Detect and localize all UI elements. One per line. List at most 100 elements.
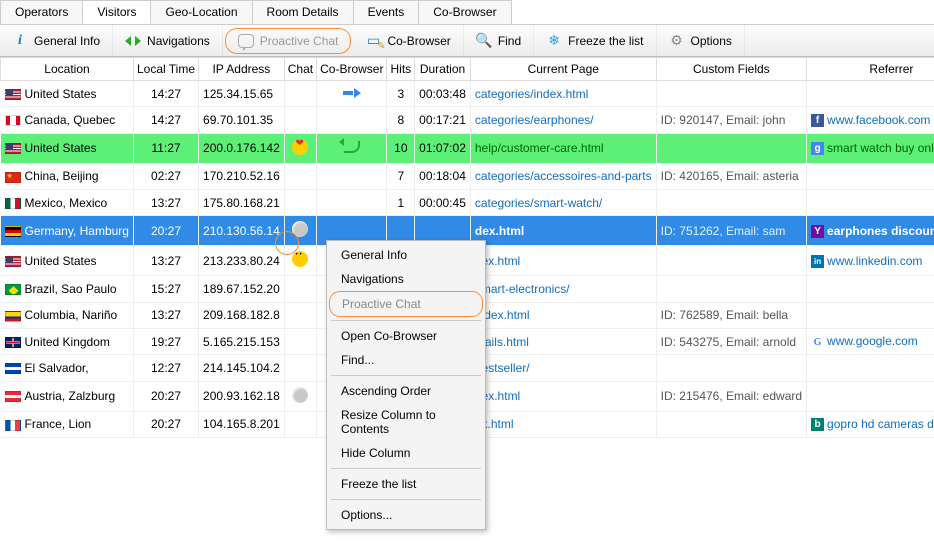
menu-open-cobrowser[interactable]: Open Co-Browser	[329, 324, 483, 348]
cell-ip: 170.210.52.16	[199, 163, 285, 189]
cell-referrer	[807, 189, 934, 215]
page-link[interactable]: help/customer-care.html	[475, 141, 604, 155]
table-row[interactable]: China, Beijing02:27170.210.52.16700:18:0…	[1, 163, 934, 189]
referrer-link[interactable]: www.facebook.com	[827, 113, 930, 127]
col-custom-fields[interactable]: Custom Fields	[656, 58, 806, 81]
cell-chat	[284, 411, 316, 437]
tab-room-details[interactable]: Room Details	[252, 0, 354, 24]
page-link[interactable]: categories/earphones/	[475, 113, 594, 127]
proactive-chat-button[interactable]: Proactive Chat	[225, 28, 352, 54]
cell-referrer	[807, 163, 934, 189]
cell-cobrowser	[317, 163, 387, 189]
referrer-link[interactable]: smart watch buy online	[827, 141, 934, 155]
cell-referrer: gopro hd cameras discount	[807, 411, 934, 437]
cell-duration: 00:00:45	[415, 189, 471, 215]
tab-geolocation[interactable]: Geo-Location	[150, 0, 252, 24]
cobrowser-arrow-icon	[343, 88, 361, 98]
tab-events[interactable]: Events	[353, 0, 420, 24]
cell-referrer: earphones discount	[807, 216, 934, 246]
menu-general-info[interactable]: General Info	[329, 243, 483, 267]
options-button[interactable]: ⚙Options	[657, 25, 745, 56]
cell-ip: 175.80.168.21	[199, 189, 285, 215]
cell-location: Mexico, Mexico	[1, 189, 134, 215]
menu-find[interactable]: Find...	[329, 348, 483, 372]
cell-chat	[284, 328, 316, 354]
col-local-time[interactable]: Local Time	[133, 58, 198, 81]
cell-custom: ID: 543275, Email: arnold	[656, 328, 806, 354]
menu-proactive-chat[interactable]: Proactive Chat	[329, 291, 483, 317]
col-duration[interactable]: Duration	[415, 58, 471, 81]
page-link[interactable]: categories/index.html	[475, 87, 588, 101]
table-row[interactable]: Canada, Quebec14:2769.70.101.35800:17:21…	[1, 107, 934, 133]
cobrowser-button[interactable]: ▭Co-Browser	[353, 25, 463, 56]
cell-page: dex.html	[470, 216, 656, 246]
cell-location: Canada, Quebec	[1, 107, 134, 133]
table-row[interactable]: Mexico, Mexico13:27175.80.168.21100:00:4…	[1, 189, 934, 215]
cell-location: El Salvador,	[1, 355, 134, 381]
col-cobrowser[interactable]: Co-Browser	[317, 58, 387, 81]
freeze-button[interactable]: ❄Freeze the list	[534, 25, 656, 56]
referrer-icon	[811, 336, 824, 349]
flag-icon	[5, 89, 21, 100]
col-current-page[interactable]: Current Page	[470, 58, 656, 81]
cell-hits: 8	[387, 107, 415, 133]
cell-ip: 189.67.152.20	[199, 276, 285, 302]
referrer-link[interactable]: gopro hd cameras discount	[827, 417, 934, 431]
table-row[interactable]: United States11:27200.0.176.1421001:07:0…	[1, 133, 934, 163]
tab-cobrowser[interactable]: Co-Browser	[418, 0, 511, 24]
col-ip[interactable]: IP Address	[199, 58, 285, 81]
navigations-button[interactable]: Navigations	[113, 25, 223, 56]
referrer-icon	[811, 114, 824, 127]
cell-referrer: www.facebook.com	[807, 107, 934, 133]
main-tabs: Operators Visitors Geo-Location Room Det…	[0, 0, 934, 25]
menu-freeze-list[interactable]: Freeze the list	[329, 472, 483, 496]
referrer-link[interactable]: earphones discount	[827, 224, 934, 238]
col-referrer[interactable]: Referrer	[807, 58, 934, 81]
cell-referrer	[807, 276, 934, 302]
cell-location: Austria, Zalzburg	[1, 381, 134, 411]
cell-custom	[656, 246, 806, 276]
table-row[interactable]: United States14:27125.34.15.65300:03:48c…	[1, 81, 934, 107]
page-link[interactable]: categories/smart-watch/	[475, 196, 602, 210]
flag-icon	[5, 226, 21, 237]
tab-operators[interactable]: Operators	[0, 0, 83, 24]
find-button[interactable]: 🔍Find	[464, 25, 534, 56]
referrer-link[interactable]: www.google.com	[827, 334, 918, 348]
cell-custom	[656, 355, 806, 381]
col-chat[interactable]: Chat	[284, 58, 316, 81]
menu-options[interactable]: Options...	[329, 503, 483, 527]
cell-time: 13:27	[133, 189, 198, 215]
flag-icon	[5, 115, 21, 126]
menu-hide-column[interactable]: Hide Column	[329, 441, 483, 465]
table-header-row: Location Local Time IP Address Chat Co-B…	[1, 58, 934, 81]
general-info-button[interactable]: iGeneral Info	[0, 25, 113, 56]
menu-resize-column[interactable]: Resize Column to Contents	[329, 403, 483, 441]
cell-chat	[284, 163, 316, 189]
cell-ip: 125.34.15.65	[199, 81, 285, 107]
find-icon: 🔍	[476, 33, 492, 49]
page-link[interactable]: categories/accessoires-and-parts	[475, 169, 652, 183]
menu-separator	[331, 375, 481, 376]
cell-time: 13:27	[133, 246, 198, 276]
cell-chat	[284, 381, 316, 411]
page-link[interactable]: dex.html	[475, 224, 524, 238]
page-link[interactable]: smart-electronics/	[475, 282, 570, 296]
cell-custom	[656, 411, 806, 437]
cell-time: 19:27	[133, 328, 198, 354]
flag-icon	[5, 256, 21, 267]
menu-navigations[interactable]: Navigations	[329, 267, 483, 291]
cell-time: 02:27	[133, 163, 198, 189]
cell-page: dex.html	[470, 246, 656, 276]
tab-visitors[interactable]: Visitors	[82, 0, 151, 24]
cell-page: categories/smart-watch/	[470, 189, 656, 215]
cell-chat	[284, 189, 316, 215]
cell-location: Brazil, Sao Paulo	[1, 276, 134, 302]
col-hits[interactable]: Hits	[387, 58, 415, 81]
chat-icon	[238, 33, 254, 49]
cell-custom: ID: 215476, Email: edward	[656, 381, 806, 411]
cell-location: United Kingdom	[1, 328, 134, 354]
referrer-link[interactable]: www.linkedin.com	[827, 254, 922, 268]
menu-separator	[331, 320, 481, 321]
menu-ascending-order[interactable]: Ascending Order	[329, 379, 483, 403]
col-location[interactable]: Location	[1, 58, 134, 81]
